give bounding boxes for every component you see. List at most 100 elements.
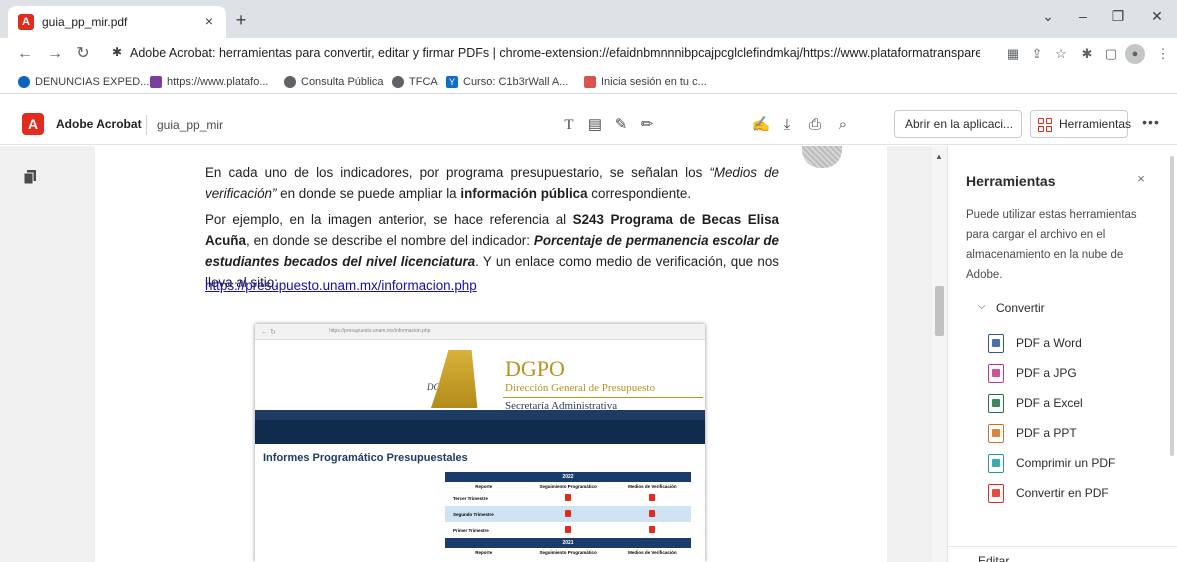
tools-panel: Herramientas × Puede utilizar estas herr… — [947, 146, 1177, 562]
download-icon[interactable]: ⤓ — [776, 114, 798, 136]
reload-icon[interactable]: ↻ — [72, 43, 94, 65]
reports-table: 2022 Reporte Seguimiento Programático Me… — [445, 472, 691, 556]
bookmark-label: Consulta Pública — [301, 76, 384, 88]
chevron-down-icon: ⌵ — [978, 301, 986, 312]
print-icon[interactable]: ⎙ — [804, 114, 826, 136]
side-panel-icon[interactable]: ▢ — [1100, 43, 1122, 65]
tool-label: PDF a JPG — [1016, 366, 1077, 380]
tool-pdf-to-ppt[interactable]: PDF a PPT — [988, 422, 1163, 446]
bookmark-item[interactable]: DENUNCIAS EXPED... — [18, 74, 149, 90]
yahoo-icon: Y — [446, 76, 458, 88]
scroll-up-arrow-icon[interactable]: ▲ — [935, 152, 943, 161]
profile-avatar-icon[interactable]: ● — [1125, 44, 1145, 64]
row-label: Primer Trimestre — [453, 527, 489, 533]
draw-pencil-icon[interactable]: ✏ — [636, 114, 658, 136]
tool-label: Convertir en PDF — [1016, 486, 1109, 500]
embedded-nav-icons: ← ↻ — [261, 329, 276, 336]
more-options-icon[interactable]: ••• — [1140, 114, 1162, 136]
bookmark-label: https://www.platafo... — [167, 76, 269, 88]
bookmark-star-icon[interactable]: ☆ — [1050, 43, 1072, 65]
tab-close-icon[interactable]: × — [200, 12, 218, 30]
bookmark-item[interactable]: https://www.platafo... — [150, 74, 269, 90]
extension-puzzle-icon: ✱ — [112, 45, 123, 59]
back-arrow-icon[interactable]: ← — [14, 43, 36, 65]
pdf-file-icon[interactable] — [649, 510, 656, 517]
fill-sign-icon[interactable]: ✍ — [750, 114, 772, 136]
comment-icon[interactable]: ▤ — [584, 114, 606, 136]
pdf-file-icon[interactable] — [649, 526, 656, 533]
section-editar[interactable]: Editar — [978, 554, 1009, 562]
presupuesto-link[interactable]: https://presupuesto.unam.mx/informacion.… — [205, 278, 477, 293]
tools-grid-icon — [1038, 118, 1052, 132]
embedded-screenshot: ← ↻ https://presupuesto.unam.mx/informac… — [255, 324, 705, 562]
restore-button[interactable]: ❐ — [1098, 8, 1138, 28]
panel-scrollbar[interactable] — [1170, 156, 1174, 456]
bookmarks-bar: DENUNCIAS EXPED... https://www.platafo..… — [0, 70, 1177, 94]
office-icon — [584, 76, 596, 88]
bookmark-label: Curso: C1b3rWall A... — [463, 76, 569, 88]
search-icon[interactable]: ⌕ — [832, 114, 854, 136]
tool-label: Comprimir un PDF — [1016, 456, 1116, 470]
tool-pdf-to-excel[interactable]: PDF a Excel — [988, 392, 1163, 416]
minimize-button[interactable]: – — [1063, 8, 1103, 28]
pdf-file-icon[interactable] — [565, 510, 572, 517]
tool-pdf-to-word[interactable]: PDF a Word — [988, 332, 1163, 356]
seal-image — [802, 146, 842, 168]
extensions-puzzle-icon[interactable]: ✱ — [1076, 43, 1098, 65]
pages-icon[interactable] — [24, 170, 36, 184]
bookmark-item[interactable]: Y Curso: C1b3rWall A... — [446, 74, 568, 90]
forward-arrow-icon[interactable]: → — [44, 43, 66, 65]
table-year-row: 2021 — [445, 538, 691, 548]
document-scrollbar[interactable]: ▲ — [932, 146, 947, 562]
table-row: Segundo Trimestre — [445, 506, 691, 522]
tools-button[interactable]: Herramientas — [1030, 110, 1132, 138]
panel-description: Puede utilizar estas herramientas para c… — [966, 209, 1137, 281]
tab-title: guia_pp_mir.pdf — [42, 15, 128, 29]
panel-title: Herramientas — [966, 173, 1056, 189]
translate-icon[interactable]: ▦ — [1002, 43, 1024, 65]
tools-button-label: Herramientas — [1059, 117, 1132, 131]
close-icon[interactable]: × — [1133, 171, 1149, 187]
row-label: Tercer Trimestre — [453, 495, 488, 501]
left-rail — [0, 146, 95, 562]
acrobat-brand: Adobe Acrobat — [56, 117, 142, 131]
bookmark-item[interactable]: Consulta Pública — [284, 74, 384, 90]
menu-kebab-icon[interactable]: ⋮ — [1152, 43, 1174, 65]
close-window-button[interactable]: ✕ — [1137, 8, 1177, 28]
address-bar[interactable]: ✱ Adobe Acrobat: herramientas para conve… — [108, 42, 983, 66]
section-label: Convertir — [996, 301, 1045, 315]
tab-guia-pdf[interactable]: A guia_pp_mir.pdf × — [8, 6, 226, 38]
new-tab-button[interactable]: + — [230, 10, 252, 32]
column-header: Seguimiento Programático — [539, 483, 597, 489]
highlight-icon[interactable]: ✎ — [610, 114, 632, 136]
tool-pdf-to-jpg[interactable]: PDF a JPG — [988, 362, 1163, 386]
bookmark-label: DENUNCIAS EXPED... — [35, 76, 150, 88]
tab-search-chevron-icon[interactable]: ⌄ — [1028, 8, 1068, 28]
open-in-app-button[interactable]: Abrir en la aplicaci... — [894, 110, 1022, 138]
year-label: 2021 — [445, 538, 691, 548]
tool-label: PDF a Excel — [1016, 396, 1083, 410]
tool-compress-pdf[interactable]: Comprimir un PDF — [988, 452, 1163, 476]
tool-label: PDF a PPT — [1016, 426, 1077, 440]
tab-strip: A guia_pp_mir.pdf × + ⌄ – ❐ ✕ — [0, 0, 1177, 38]
pdf-file-icon[interactable] — [649, 494, 656, 501]
pdf-file-icon[interactable] — [565, 526, 572, 533]
share-icon[interactable]: ⇪ — [1026, 43, 1048, 65]
column-header: Medios de Verificación — [628, 549, 677, 555]
divider — [503, 397, 703, 398]
table-row: Primer Trimestre — [445, 522, 691, 538]
scroll-thumb[interactable] — [935, 286, 944, 336]
bookmark-item[interactable]: Inicia sesión en tu c... — [584, 74, 707, 90]
cloud-icon — [18, 76, 30, 88]
bookmark-item[interactable]: TFCA — [392, 74, 438, 90]
word-icon — [988, 334, 1004, 353]
acrobat-toolbar: A Adobe Acrobat guia_pp_mir T ▤ ✎ ✏ ✍ ⤓ … — [0, 105, 1177, 145]
add-text-icon[interactable]: T — [558, 114, 580, 136]
acrobat-favicon-icon: A — [18, 14, 34, 30]
pdf-page: En cada uno de los indicadores, por prog… — [95, 146, 887, 562]
dgpo-banner: DGPO DGPO Dirección General de Presupues… — [255, 340, 705, 412]
tool-convert-to-pdf[interactable]: Convertir en PDF — [988, 482, 1163, 506]
year-label: 2022 — [445, 472, 691, 482]
embedded-url: https://presupuesto.unam.mx/informacion.… — [329, 328, 431, 334]
pdf-file-icon[interactable] — [565, 494, 572, 501]
